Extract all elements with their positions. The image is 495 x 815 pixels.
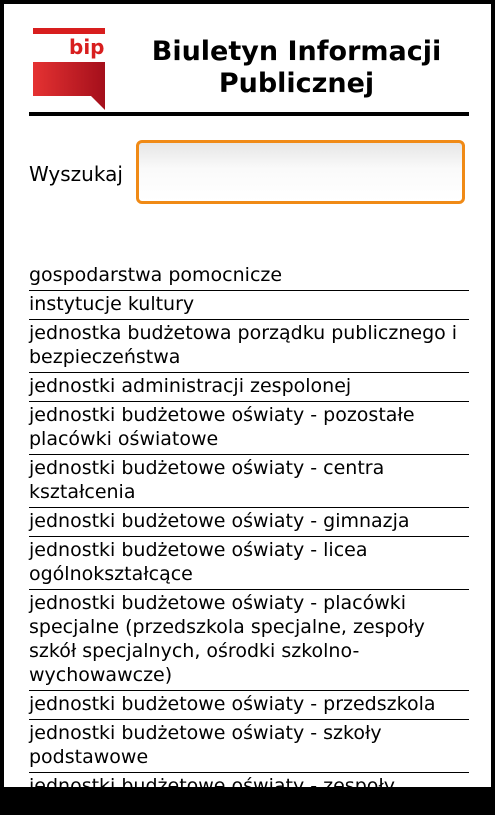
category-item[interactable]: jednostki budżetowe oświaty - gimnazja	[29, 508, 469, 537]
header-divider	[29, 112, 469, 116]
category-item[interactable]: jednostki budżetowe oświaty - centra ksz…	[29, 455, 469, 508]
search-input[interactable]	[136, 140, 465, 204]
category-item[interactable]: jednostki budżetowe oświaty - licea ogól…	[29, 537, 469, 590]
category-list: gospodarstwa pomocnicze instytucje kultur…	[29, 262, 469, 787]
category-item[interactable]: jednostki budżetowe oświaty - szkoły pod…	[29, 720, 469, 773]
category-item[interactable]: jednostka budżetowa porządku publicznego…	[29, 320, 469, 373]
category-item[interactable]: gospodarstwa pomocnicze	[29, 262, 469, 291]
logo-text: bip	[69, 35, 105, 59]
category-item[interactable]: jednostki administracji zespolonej	[29, 373, 469, 402]
bip-logo: bip	[33, 28, 105, 110]
category-item[interactable]: instytucje kultury	[29, 291, 469, 320]
page-header: bip Biuletyn Informacji Publicznej	[29, 24, 469, 114]
app-screen: bip Biuletyn Informacji Publicznej Wyszu…	[4, 4, 491, 787]
category-item[interactable]: jednostki budżetowe oświaty - pozostałe …	[29, 402, 469, 455]
category-item[interactable]: jednostki budżetowe oświaty - placówki s…	[29, 590, 469, 691]
search-label: Wyszukaj	[29, 162, 123, 186]
category-item[interactable]: jednostki budżetowe oświaty - przedszkol…	[29, 691, 469, 720]
page-title: Biuletyn Informacji Publicznej	[151, 36, 442, 99]
category-item[interactable]: jednostki budżetowe oświaty - zespoły sz…	[29, 773, 469, 787]
